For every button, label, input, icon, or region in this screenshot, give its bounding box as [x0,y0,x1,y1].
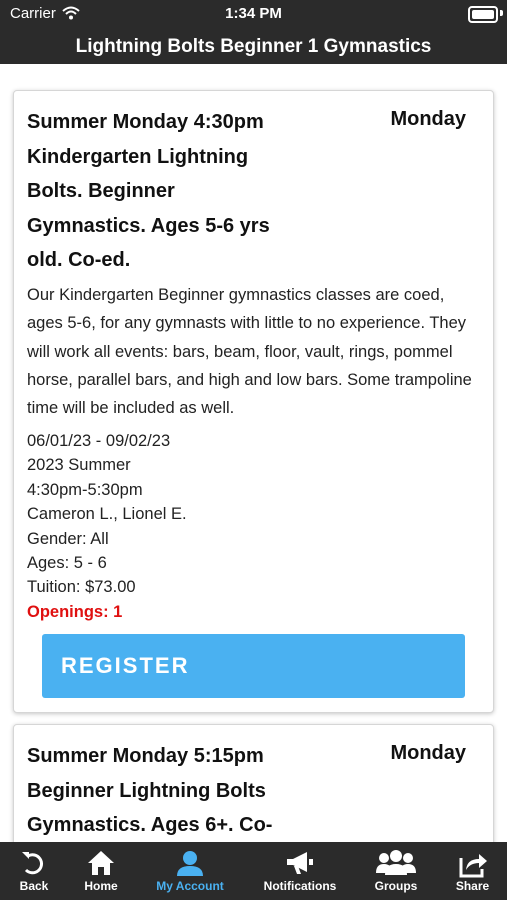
tab-label: Share [455,879,490,893]
battery-icon [468,6,498,23]
megaphone-icon [287,852,313,874]
status-bar: Carrier 1:34 PM [0,0,507,28]
class-day: Monday [390,742,466,764]
tab-label: My Account [156,879,224,893]
top-bar: Carrier 1:34 PM Lightning Bolts Beginner… [0,0,507,64]
class-tuition: Tuition: $73.00 [27,578,136,597]
class-description: Our Kindergarten Beginner gymnastics cla… [27,286,472,418]
tab-label: Groups [374,879,418,893]
tab-label: Notifications [263,879,337,893]
class-day: Monday [390,108,466,130]
share-icon [459,854,487,878]
tab-home[interactable]: Home [68,842,134,900]
tab-groups[interactable]: Groups [354,842,438,900]
home-icon [88,851,114,875]
tab-share[interactable]: Share [438,842,507,900]
class-instructors: Cameron L., Lionel E. [27,505,187,524]
tab-back[interactable]: Back [0,842,68,900]
tab-label: Home [84,879,118,893]
tab-bar: Back Home My Account Notifications Group… [0,842,507,900]
user-icon [177,851,203,876]
class-ages: Ages: 5 - 6 [27,554,107,573]
class-card: Summer Monday 4:30pm Kindergarten Lightn… [13,90,494,713]
register-button[interactable]: REGISTER [42,634,465,698]
class-session: 2023 Summer [27,456,131,475]
tab-notifications[interactable]: Notifications [246,842,354,900]
class-card: Summer Monday 5:15pm Beginner Lightning … [13,724,494,842]
class-list[interactable]: Summer Monday 4:30pm Kindergarten Lightn… [0,64,507,842]
battery-tip-icon [500,10,503,16]
class-details: 06/01/23 - 09/02/23 2023 Summer 4:30pm-5… [27,429,467,624]
class-time: 4:30pm-5:30pm [27,480,143,499]
tab-my-account[interactable]: My Account [134,842,246,900]
class-title: Summer Monday 5:15pm Beginner Lightning … [27,745,273,836]
page-title: Lightning Bolts Beginner 1 Gymnastics [75,36,432,57]
class-gender: Gender: All [27,529,109,548]
groups-icon [376,850,416,875]
tab-label: Back [19,879,49,893]
class-openings: Openings: 1 [27,602,123,621]
clock-label: 1:34 PM [225,5,282,22]
back-arrow-icon [22,852,44,875]
class-dates: 06/01/23 - 09/02/23 [27,432,171,450]
class-title: Summer Monday 4:30pm Kindergarten Lightn… [27,111,270,271]
